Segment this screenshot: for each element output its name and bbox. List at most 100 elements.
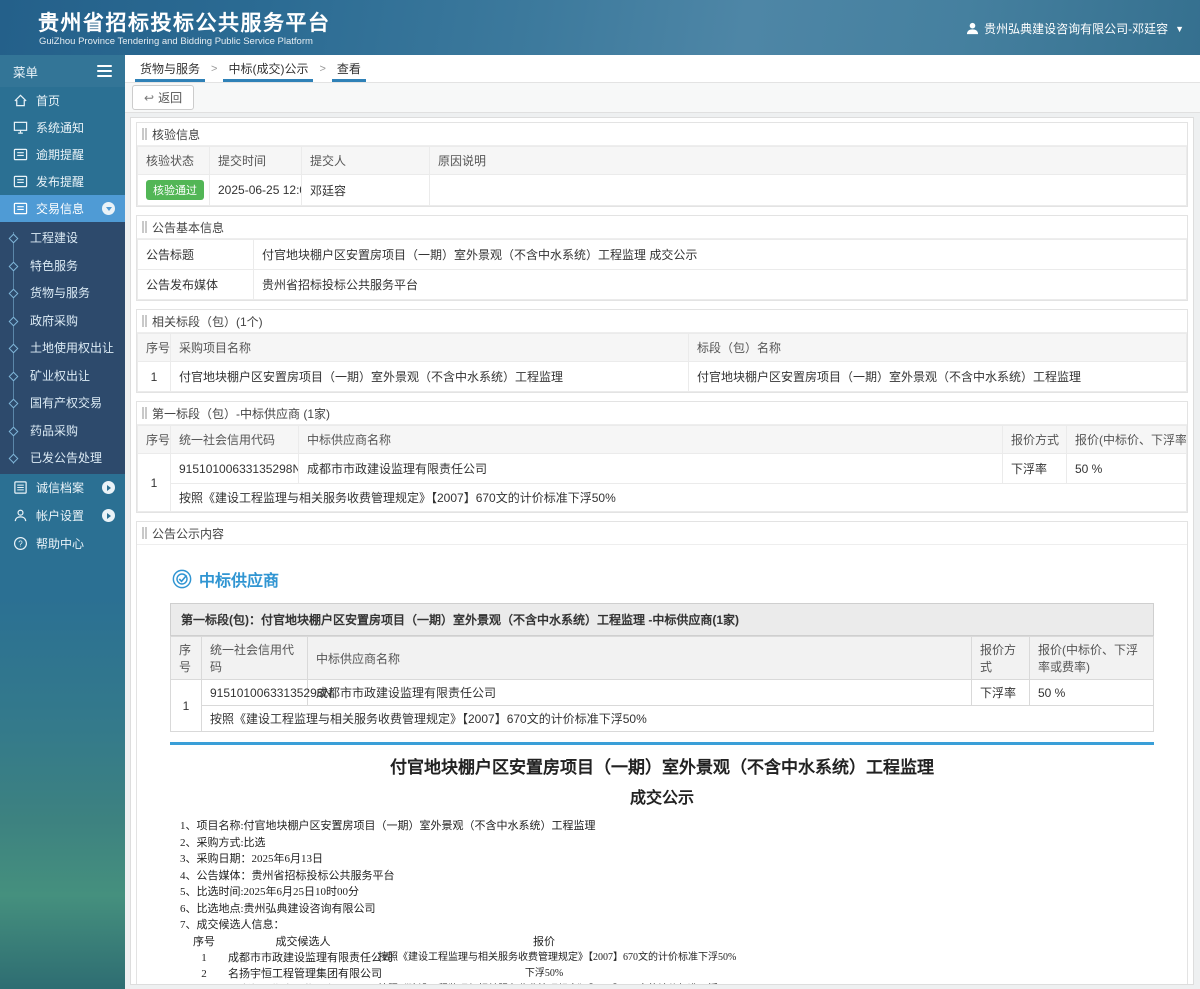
basic-info-table: 公告标题 付官地块棚户区安置房项目（一期）室外景观（不含中水系统）工程监理 成交…	[137, 239, 1187, 300]
sidebar-item-help-center[interactable]: ? 帮助中心	[0, 530, 125, 558]
hamburger-icon[interactable]	[97, 62, 112, 80]
quote-note: 按照《建设工程监理与相关服务收费管理规定》【2007】670文的计价标准下浮50…	[170, 483, 1187, 512]
row-seq: 1	[170, 679, 202, 732]
user-menu[interactable]: 贵州弘典建设咨询有限公司-邓廷容 ▼	[966, 20, 1184, 37]
section-marker	[142, 315, 147, 327]
doc-line: 1、项目名称:付官地块棚户区安置房项目（一期）室外景观（不含中水系统）工程监理	[180, 820, 596, 832]
doc-line: 7、成交候选人信息：	[180, 919, 285, 931]
announcement-body: 中标供应商 第一标段(包)：付官地块棚户区安置房项目（一期）室外景观（不含中水系…	[137, 545, 1187, 985]
announcement-document: 付官地块棚户区安置房项目（一期）室外景观（不含中水系统）工程监理 成交公示 1、…	[170, 753, 1154, 985]
col-header: 标段（包）名称	[688, 333, 1187, 362]
expand-chevron-icon[interactable]	[102, 481, 115, 494]
doc-line: 6、比选地点:贵州弘典建设咨询有限公司	[180, 902, 376, 915]
quote-value: 50 %	[1029, 679, 1154, 706]
table-row: 按照《建设工程监理与相关服务收费管理规定》【2007】670文的计价标准下浮50…	[171, 705, 1154, 732]
section-title: 相关标段（包）(1个)	[152, 314, 263, 329]
section-marker	[142, 407, 147, 419]
col-header: 报价(中标价、下浮率或费率)	[1029, 636, 1154, 680]
sidebar-item-home[interactable]: 首页	[0, 87, 125, 114]
section-marker	[142, 221, 147, 233]
platform-title: 贵州省招标投标公共服务平台	[38, 12, 331, 35]
field-label: 公告发布媒体	[137, 269, 254, 300]
user-name: 贵州弘典建设咨询有限公司-邓廷容	[984, 22, 1169, 36]
sidebar-subitem-land-use[interactable]: 土地使用权出让	[0, 334, 125, 362]
sidebar: 菜单 首页 系统通知 逾期提醒 发布提醒 交易信息 工程建设 特色服务 货物与服…	[0, 55, 125, 989]
sidebar-subitem-state-property[interactable]: 国有产权交易	[0, 389, 125, 417]
col-header: 提交人	[301, 146, 430, 175]
credit-code: 91510100633135298N	[201, 679, 332, 706]
sidebar-subitem-goods-services[interactable]: 货物与服务	[0, 279, 125, 307]
announcement-title-value: 付官地块棚户区安置房项目（一期）室外景观（不含中水系统）工程监理 成交公示	[253, 239, 1187, 270]
user-icon	[967, 22, 979, 35]
sidebar-subitem-gov-procurement[interactable]: 政府采购	[0, 307, 125, 335]
table-row: 1 付官地块棚户区安置房项目（一期）室外景观（不含中水系统）工程监理 付官地块棚…	[137, 361, 1187, 392]
col-header: 采购项目名称	[170, 333, 689, 362]
submitter: 邓廷容	[301, 174, 430, 206]
sidebar-subitem-mining-rights[interactable]: 矿业权出让	[0, 362, 125, 390]
chevron-down-icon: ▼	[1175, 23, 1184, 34]
row-seq: 1	[137, 361, 171, 392]
candidate-row: 1 成都市市政建设监理有限责任公司 按照《建设工程监理与相关服务收费管理规定》【…	[201, 951, 737, 964]
supplier-name: 成都市市政建设监理有限责任公司	[298, 453, 1003, 484]
quote-method: 下浮率	[1002, 453, 1067, 484]
section-title: 公告公示内容	[152, 526, 225, 541]
doc-line: 5、比选时间:2025年6月25日10时00分	[180, 886, 360, 898]
col-header: 报价方式	[971, 636, 1030, 680]
sidebar-item-notifications[interactable]: 系统通知	[0, 114, 125, 141]
table-row: 1 91510100633135298N 成都市市政建设监理有限责任公司 下浮率…	[137, 453, 1187, 512]
col-header: 中标供应商名称	[298, 425, 1003, 454]
project-name: 付官地块棚户区安置房项目（一期）室外景观（不含中水系统）工程监理	[170, 361, 689, 392]
candidate-row: 2 名扬宇恒工程管理集团有限公司 下浮50%	[201, 968, 564, 981]
sidebar-subitem-engineering[interactable]: 工程建设	[0, 224, 125, 252]
main-area: 货物与服务 > 中标(成交)公示 > 查看 ↩ 返回 核验信息 核验状态 提交时…	[125, 55, 1200, 989]
quote-method: 下浮率	[971, 679, 1030, 706]
folder-icon	[13, 148, 28, 161]
lot-header-bar: 第一标段(包)：付官地块棚户区安置房项目（一期）室外景观（不含中水系统）工程监理…	[170, 603, 1154, 636]
back-button[interactable]: ↩ 返回	[132, 85, 195, 110]
candidate-list: 序号 成交候选人 报价 1 成都市市政建设监理有限责任公司 按照《建设工程监理与…	[170, 934, 737, 985]
list-icon	[14, 481, 27, 494]
collapse-chevron-icon[interactable]	[102, 202, 115, 215]
doc-title: 付官地块棚户区安置房项目（一期）室外景观（不含中水系统）工程监理	[390, 758, 934, 777]
sidebar-subitem-special-services[interactable]: 特色服务	[0, 252, 125, 280]
folder-icon	[13, 202, 28, 215]
sidebar-item-publish-reminder[interactable]: 发布提醒	[0, 168, 125, 195]
sidebar-item-transaction-info[interactable]: 交易信息	[0, 195, 125, 222]
supplier-name: 成都市市政建设监理有限责任公司	[307, 679, 972, 706]
col-header: 原因说明	[429, 146, 1187, 175]
publish-media-value: 贵州省招标投标公共服务平台	[253, 269, 1187, 300]
col-header: 报价方式	[1002, 425, 1067, 454]
back-arrow-icon: ↩	[144, 90, 155, 105]
home-icon	[14, 94, 27, 107]
sidebar-subitem-drug-procurement[interactable]: 药品采购	[0, 417, 125, 445]
section-marker	[142, 128, 147, 140]
table-row: 公告标题 付官地块棚户区安置房项目（一期）室外景观（不含中水系统）工程监理 成交…	[137, 239, 1187, 270]
announcement-supplier-table: 序号 统一社会信用代码 中标供应商名称 报价方式 报价(中标价、下浮率或费率) …	[170, 636, 1154, 732]
expand-chevron-icon[interactable]	[102, 509, 115, 522]
sidebar-menu-header[interactable]: 菜单	[0, 55, 125, 87]
breadcrumb-separator: >	[319, 62, 326, 75]
breadcrumb-goods-services[interactable]: 货物与服务	[135, 55, 206, 82]
sidebar-item-account-settings[interactable]: 帐户设置	[0, 502, 125, 530]
breadcrumb: 货物与服务 > 中标(成交)公示 > 查看	[125, 55, 1200, 83]
doc-subtitle: 成交公示	[629, 790, 694, 807]
platform-subtitle: GuiZhou Province Tendering and Bidding P…	[39, 36, 313, 47]
divider-line	[170, 742, 1154, 745]
col-header: 序号	[137, 333, 171, 362]
winning-supplier-table: 序号 统一社会信用代码 中标供应商名称 报价方式 报价(中标价、下浮率或费率) …	[137, 425, 1187, 512]
breadcrumb-award-announcement[interactable]: 中标(成交)公示	[223, 55, 314, 82]
doc-line: 3、采购日期：2025年6月13日	[180, 853, 323, 865]
section-winning-supplier: 第一标段（包）-中标供应商 (1家) 序号 统一社会信用代码 中标供应商名称 报…	[136, 401, 1188, 513]
section-title: 核验信息	[152, 127, 201, 142]
col-header: 统一社会信用代码	[170, 425, 299, 454]
sidebar-item-integrity-archive[interactable]: 诚信档案	[0, 474, 125, 502]
doc-line: 2、采购方式:比选	[180, 836, 266, 849]
sidebar-subitem-published-announcements[interactable]: 已发公告处理	[0, 444, 125, 472]
section-announcement-content: 公告公示内容 中标供应商 第一标段(包)：付官地块棚户区安置房项目（一期）室外景…	[136, 521, 1188, 985]
toolbar: ↩ 返回	[125, 83, 1200, 113]
quote-value: 50 %	[1066, 453, 1187, 484]
breadcrumb-view[interactable]: 查看	[331, 55, 366, 82]
row-seq: 1	[137, 453, 171, 512]
sidebar-item-overdue-reminder[interactable]: 逾期提醒	[0, 141, 125, 168]
col-header: 统一社会信用代码	[201, 636, 308, 680]
